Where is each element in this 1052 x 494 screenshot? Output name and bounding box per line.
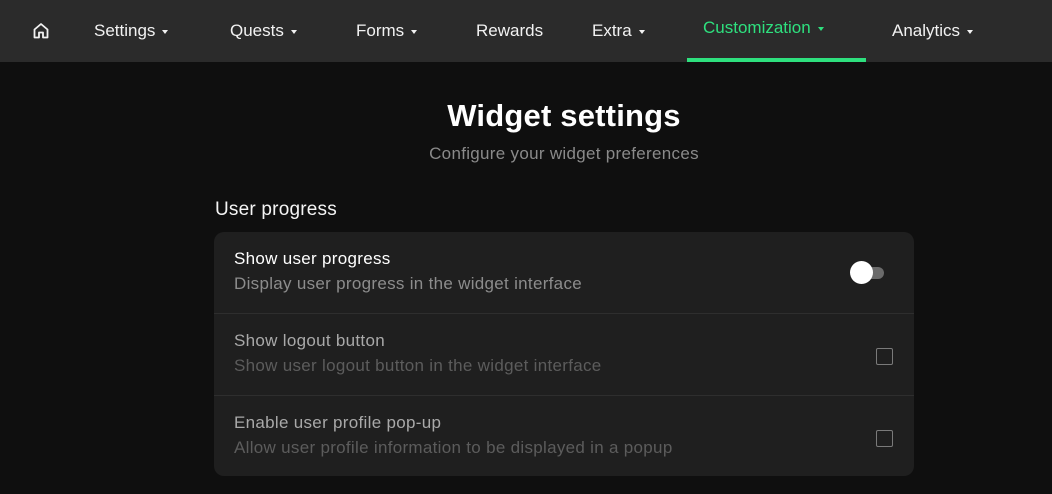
caret-down-icon [967, 29, 974, 34]
main-content: Widget settings Configure your widget pr… [0, 62, 1052, 494]
show-user-progress-toggle[interactable] [850, 261, 886, 284]
toggle-knob [850, 261, 873, 284]
nav-item-label: Analytics [892, 21, 961, 40]
caret-down-icon [817, 26, 824, 31]
caret-down-icon [638, 29, 645, 34]
page-title: Widget settings [447, 98, 681, 133]
nav-item-label: Extra [592, 21, 632, 40]
enable-profile-popup-checkbox[interactable] [876, 430, 893, 447]
home-button[interactable] [30, 0, 52, 62]
page-subtitle: Configure your widget preferences [429, 144, 699, 163]
setting-row-enable-profile-popup: Enable user profile pop-up Allow user pr… [214, 396, 914, 476]
setting-row-show-user-progress: Show user progress Display user progress… [214, 232, 914, 314]
settings-card: Show user progress Display user progress… [214, 232, 914, 476]
nav-item-extra[interactable]: Extra [592, 0, 645, 62]
top-navigation: Settings Quests Forms Rewards Extra Cust… [0, 0, 1052, 62]
setting-description: Show user logout button in the widget in… [234, 356, 602, 375]
nav-item-label: Settings [94, 21, 156, 40]
nav-item-label: Customization [703, 18, 811, 37]
home-icon [33, 23, 49, 39]
nav-item-customization[interactable]: Customization [703, 0, 824, 59]
setting-row-show-logout-button: Show logout button Show user logout butt… [214, 314, 914, 396]
caret-down-icon [290, 29, 297, 34]
caret-down-icon [411, 29, 418, 34]
nav-item-settings[interactable]: Settings [94, 0, 169, 62]
section-title: User progress [215, 199, 337, 220]
nav-item-label: Quests [230, 21, 284, 40]
setting-label: Show user progress [234, 249, 391, 268]
nav-item-analytics[interactable]: Analytics [892, 0, 974, 62]
nav-item-label: Forms [356, 21, 405, 40]
nav-item-forms[interactable]: Forms [356, 0, 418, 62]
show-logout-button-checkbox[interactable] [876, 348, 893, 365]
nav-item-label: Rewards [476, 21, 544, 40]
setting-label: Enable user profile pop-up [234, 413, 442, 432]
nav-item-rewards[interactable]: Rewards [476, 0, 543, 62]
setting-description: Allow user profile information to be dis… [234, 438, 673, 457]
setting-label: Show logout button [234, 331, 385, 350]
setting-description: Display user progress in the widget inte… [234, 274, 582, 293]
nav-item-quests[interactable]: Quests [230, 0, 297, 62]
caret-down-icon [162, 29, 169, 34]
